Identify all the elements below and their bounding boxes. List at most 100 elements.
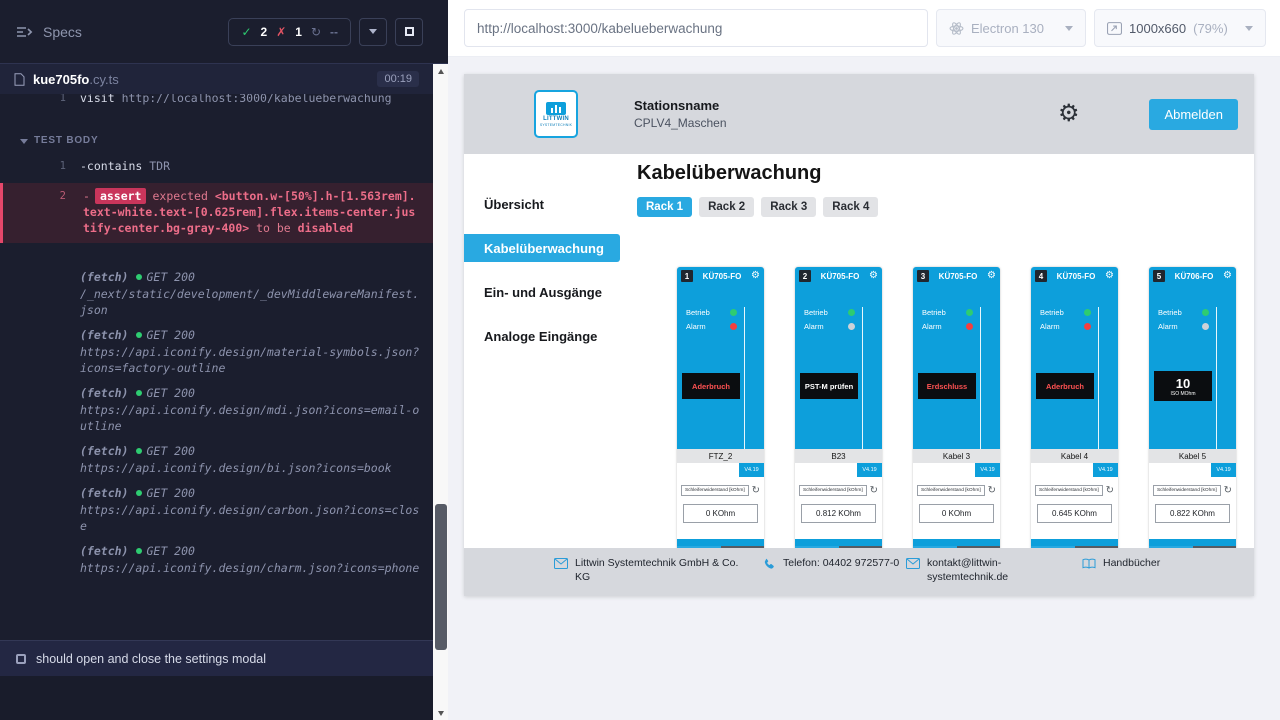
version-row: V4.19 <box>1149 463 1236 477</box>
fetch-log-row: (fetch)GET 200 /_next/static/development… <box>0 269 433 318</box>
sidebar-item-uebersicht[interactable]: Übersicht <box>464 190 620 218</box>
firmware-version: V4.19 <box>1093 467 1118 473</box>
settings-gear-icon[interactable]: ⚙ <box>1058 102 1080 126</box>
device-card-header: 4 KÜ705-FO ⚙ <box>1031 267 1118 285</box>
fetch-status: GET 200 <box>146 544 194 558</box>
test-body-section[interactable]: TEST BODY <box>20 133 433 149</box>
browser-toolbar: http://localhost:3000/kabelueberwachung … <box>448 0 1280 57</box>
failed-assert-row[interactable]: 2-assertexpected <button.w-[50%].h-[1.56… <box>0 183 433 243</box>
scrollbar-track[interactable] <box>433 64 448 720</box>
aut-panel: http://localhost:3000/kabelueberwachung … <box>448 0 1280 720</box>
sidebar-item-analoge-eingaenge[interactable]: Analoge Eingänge <box>464 322 620 350</box>
resistance-value: 0.645 KOhm <box>1037 504 1112 523</box>
fetch-label: (fetch) <box>80 270 128 284</box>
spec-header[interactable]: kue705fo.cy.ts 00:19 <box>0 64 433 94</box>
resistance-label: Schleifenwiderstand [kOhm] <box>1153 485 1221 496</box>
sidebar-item-ein-und-ausgaenge[interactable]: Ein- und Ausgänge <box>464 278 620 306</box>
cable-name: FTZ_2 <box>677 449 764 463</box>
device-settings-icon[interactable]: ⚙ <box>869 271 878 281</box>
tab-rack-2[interactable]: Rack 2 <box>699 197 754 217</box>
stop-run-button[interactable] <box>395 18 423 46</box>
device-model: KÜ705-FO <box>696 272 748 281</box>
footer-phone[interactable]: Telefon: 04402 972577-0 <box>764 557 906 571</box>
status-display: Aderbruch <box>1036 373 1094 399</box>
refresh-icon[interactable]: ↻ <box>1224 486 1232 496</box>
cypress-reporter: Specs ✓ 2 ✗ 1 ↻ -- kue705fo.cy.ts 00:19 <box>0 0 433 720</box>
display-box <box>795 463 857 477</box>
specs-label[interactable]: Specs <box>43 24 82 40</box>
status-dot-icon <box>136 548 142 554</box>
footer-company: Littwin Systemtechnik GmbH & Co. KG <box>554 557 764 584</box>
firmware-version: V4.19 <box>857 467 882 473</box>
resistance-label: Schleifenwiderstand [kOhm] <box>917 485 985 496</box>
viewport-icon <box>1107 22 1122 35</box>
footer-manuals[interactable]: Handbücher <box>1082 557 1160 571</box>
fetch-label: (fetch) <box>80 486 128 500</box>
pending-count: -- <box>330 25 338 39</box>
cable-name: Kabel 4 <box>1031 449 1118 463</box>
test-stats: ✓ 2 ✗ 1 ↻ -- <box>228 18 351 46</box>
line-number: 2 <box>0 188 66 204</box>
failed-icon: ✗ <box>276 25 286 39</box>
spec-extension: .cy.ts <box>89 72 118 87</box>
resistance-value: 0 KOhm <box>919 504 994 523</box>
resistance-value: 0 KOhm <box>683 504 758 523</box>
assert-badge: assert <box>95 188 147 204</box>
scrollbar-cap <box>433 0 448 64</box>
collapse-runs-button[interactable] <box>359 18 387 46</box>
fetch-log-row: (fetch)GET 200 https://api.iconify.desig… <box>0 327 433 376</box>
page-title: Kabelüberwachung <box>637 162 1254 185</box>
visit-command-row[interactable]: 1visit http://localhost:3000/kabelueberw… <box>0 94 433 109</box>
measurement-section: Schleifenwiderstand [kOhm] ↻ 0 KOhm <box>677 477 764 539</box>
sidebar-item-kabelueberwachung[interactable]: Kabelüberwachung <box>464 234 620 262</box>
device-settings-icon[interactable]: ⚙ <box>987 271 996 281</box>
device-settings-icon[interactable]: ⚙ <box>751 271 760 281</box>
device-number: 1 <box>681 270 693 282</box>
scroll-down-button[interactable] <box>433 706 448 720</box>
status-dot-icon <box>136 332 142 338</box>
betrieb-label: Betrieb <box>686 308 710 317</box>
fetch-url: https://api.iconify.design/bi.json?icons… <box>80 460 421 476</box>
browser-selector[interactable]: Electron 130 <box>936 9 1086 47</box>
betrieb-label: Betrieb <box>922 308 946 317</box>
device-settings-icon[interactable]: ⚙ <box>1223 271 1232 281</box>
scroll-up-button[interactable] <box>433 64 448 78</box>
logo-building-icon <box>546 102 566 115</box>
viewport-selector[interactable]: 1000x660 (79%) <box>1094 9 1266 47</box>
address-bar[interactable]: http://localhost:3000/kabelueberwachung <box>464 9 928 47</box>
fetch-url: https://api.iconify.design/carbon.json?i… <box>80 502 421 534</box>
status-sub-text: ISO MOhm <box>1170 391 1195 397</box>
scrollbar-thumb[interactable] <box>435 504 447 650</box>
alarm-label: Alarm <box>1158 322 1178 331</box>
logout-button[interactable]: Abmelden <box>1149 99 1238 130</box>
arrow-up-icon <box>438 69 444 74</box>
contains-command-row[interactable]: 1-contains TDR <box>0 155 433 177</box>
resistance-value: 0.822 KOhm <box>1155 504 1230 523</box>
visit-command: visit <box>80 94 115 105</box>
refresh-icon[interactable]: ↻ <box>988 486 996 496</box>
tab-rack-1[interactable]: Rack 1 <box>637 197 692 217</box>
fetch-label: (fetch) <box>80 386 128 400</box>
tab-rack-3[interactable]: Rack 3 <box>761 197 816 217</box>
display-box <box>913 463 975 477</box>
logo-text: LITTWIN <box>543 116 569 122</box>
device-settings-icon[interactable]: ⚙ <box>1105 271 1114 281</box>
measurement-section: Schleifenwiderstand [kOhm] ↻ 0.812 KOhm <box>795 477 882 539</box>
fetch-status: GET 200 <box>146 328 194 342</box>
refresh-icon[interactable]: ↻ <box>752 486 760 496</box>
spec-name: kue705fo.cy.ts <box>33 72 119 87</box>
device-number: 2 <box>799 270 811 282</box>
footer-email[interactable]: kontakt@littwin-systemtechnik.de <box>906 557 1082 584</box>
display-box <box>677 463 739 477</box>
specs-menu-icon[interactable] <box>16 26 33 38</box>
refresh-icon[interactable]: ↻ <box>1106 486 1114 496</box>
fetch-log-row: (fetch)GET 200 https://api.iconify.desig… <box>0 385 433 434</box>
refresh-icon[interactable]: ↻ <box>870 486 878 496</box>
display-box <box>1149 463 1211 477</box>
runner-header: Specs ✓ 2 ✗ 1 ↻ -- <box>0 0 433 64</box>
tab-rack-4[interactable]: Rack 4 <box>823 197 878 217</box>
betrieb-led <box>1084 309 1091 316</box>
pending-test-row[interactable]: should open and close the settings modal <box>0 640 433 676</box>
device-number: 5 <box>1153 270 1165 282</box>
status-dot-icon <box>136 490 142 496</box>
